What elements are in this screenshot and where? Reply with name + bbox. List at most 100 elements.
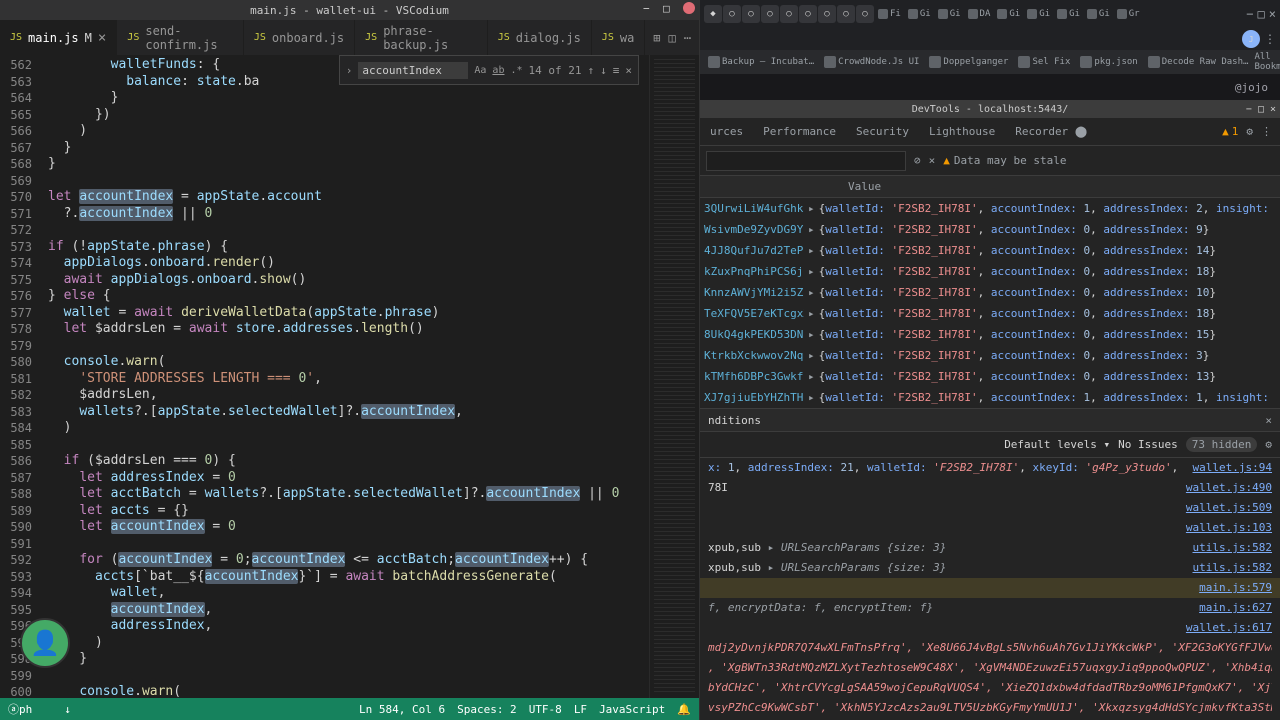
user-handle[interactable]: @jojo: [1235, 81, 1268, 94]
find-chevron-icon[interactable]: ›: [346, 64, 353, 77]
all-bookmarks[interactable]: All Bookmarks: [1254, 52, 1280, 72]
notifications-icon[interactable]: 🔔: [677, 703, 691, 716]
cursor-position[interactable]: Ln 584, Col 6: [359, 703, 445, 716]
console-line[interactable]: wallet.js:509: [700, 498, 1280, 518]
maximize-icon[interactable]: □: [663, 2, 675, 14]
browser-tab[interactable]: ○: [837, 5, 855, 23]
bookmark-item[interactable]: Backup – Incubat…: [704, 54, 818, 70]
source-link[interactable]: utils.js:582: [1185, 560, 1272, 576]
block-icon[interactable]: ⊘: [914, 154, 921, 167]
close-icon[interactable]: ×: [1269, 7, 1276, 21]
more-icon[interactable]: ⋯: [684, 31, 691, 45]
language-mode[interactable]: JavaScript: [599, 703, 665, 716]
code-content[interactable]: walletFunds: { balance: state.ba } }) ) …: [40, 55, 649, 698]
browser-tab[interactable]: Gi: [935, 9, 964, 19]
browser-tab[interactable]: ◆: [704, 5, 722, 23]
split-icon[interactable]: ◫: [669, 31, 676, 45]
tab-dialog[interactable]: JS dialog.js: [488, 20, 592, 55]
close-icon[interactable]: [683, 2, 695, 14]
indent-setting[interactable]: Spaces: 2: [457, 703, 517, 716]
browser-tab[interactable]: Gr: [1114, 9, 1143, 19]
console-line[interactable]: xpub,sub ▸ URLSearchParams {size: 3}util…: [700, 538, 1280, 558]
source-link[interactable]: main.js:627: [1191, 600, 1272, 616]
source-link[interactable]: wallet.js:617: [1178, 620, 1272, 636]
browser-tab[interactable]: ○: [856, 5, 874, 23]
bookmark-item[interactable]: Sel Fix: [1014, 54, 1074, 70]
regex-icon[interactable]: .*: [510, 65, 522, 76]
close-icon[interactable]: ×: [1265, 414, 1272, 427]
settings-icon[interactable]: ⚙: [1246, 125, 1253, 138]
scope-row[interactable]: 4JJ8QufJu7d2TePpB"▸{walletId: 'F2SB2_IH7…: [700, 240, 1280, 261]
dt-tab-performance[interactable]: Performance: [753, 125, 846, 138]
close-find-icon[interactable]: ×: [625, 64, 632, 77]
find-input[interactable]: [358, 62, 468, 79]
filter-input[interactable]: [706, 151, 906, 171]
minimize-icon[interactable]: −: [643, 2, 655, 14]
browser-tab[interactable]: ○: [761, 5, 779, 23]
close-tab-icon[interactable]: ×: [98, 30, 106, 46]
scope-row[interactable]: kZuxPnqPhiPCS6jfP"▸{walletId: 'F2SB2_IH7…: [700, 261, 1280, 282]
browser-tab[interactable]: Gi: [994, 9, 1023, 19]
console-output[interactable]: x: 1, addressIndex: 21, walletId: 'F2SB2…: [700, 458, 1280, 720]
bookmark-item[interactable]: pkg.json: [1076, 54, 1141, 70]
source-link[interactable]: utils.js:582: [1185, 540, 1272, 556]
browser-tab[interactable]: Gi: [905, 9, 934, 19]
tab-send-confirm[interactable]: JS send-confirm.js: [117, 20, 244, 55]
bookmark-item[interactable]: CrowdNode.Js UI: [820, 54, 923, 70]
scope-row[interactable]: KnnzAWVjYMi2i5ZoGo"▸{walletId: 'F2SB2_IH…: [700, 282, 1280, 303]
extensions-icon[interactable]: ⋮: [1264, 32, 1276, 46]
browser-tab[interactable]: ○: [818, 5, 836, 23]
console-line[interactable]: main.js:579: [700, 578, 1280, 598]
scope-row[interactable]: 3QUrwiLiW4ufGhkP"▸{walletId: 'F2SB2_IH78…: [700, 198, 1280, 219]
warning-badge[interactable]: ▲ 1: [1222, 125, 1238, 138]
scope-row[interactable]: KtrkbXckwwov2Nq9y"▸{walletId: 'F2SB2_IH7…: [700, 345, 1280, 366]
bookmark-item[interactable]: Decode Raw Dash…: [1144, 54, 1253, 70]
status-mode[interactable]: ⓐph: [8, 701, 32, 717]
more-icon[interactable]: ⋮: [1261, 125, 1272, 138]
console-line[interactable]: 78Iwallet.js:490: [700, 478, 1280, 498]
prev-match-icon[interactable]: ↑: [588, 64, 595, 77]
minimize-icon[interactable]: −: [1246, 104, 1252, 115]
source-link[interactable]: main.js:579: [1191, 580, 1272, 596]
browser-tab[interactable]: ○: [799, 5, 817, 23]
dt-tab-security[interactable]: Security: [846, 125, 919, 138]
maximize-icon[interactable]: □: [1258, 7, 1265, 21]
tab-main-js[interactable]: JS main.js M ×: [0, 20, 117, 55]
find-selection-icon[interactable]: ≡: [613, 64, 620, 77]
browser-tab[interactable]: Gi: [1084, 9, 1113, 19]
whole-word-icon[interactable]: ab: [492, 65, 504, 76]
source-link[interactable]: wallet.js:509: [1178, 500, 1272, 516]
browser-tab[interactable]: DA: [965, 9, 994, 19]
dt-tab-recorder[interactable]: Recorder ⬤: [1005, 125, 1097, 138]
scope-row[interactable]: XJ7gjiuEbYHZhTHKx"▸{walletId: 'F2SB2_IH7…: [700, 387, 1280, 408]
maximize-icon[interactable]: □: [1258, 104, 1264, 115]
browser-profile-icon[interactable]: J: [1242, 30, 1260, 48]
minimap[interactable]: [649, 55, 699, 698]
console-line[interactable]: bYdCHzC', 'XhtrCVYcgLgSAA59wojCepuRqVUQS…: [700, 678, 1280, 698]
close-icon[interactable]: ×: [1270, 104, 1276, 115]
tab-onboard[interactable]: JS onboard.js: [244, 20, 355, 55]
browser-tab[interactable]: ○: [742, 5, 760, 23]
user-avatar[interactable]: 👤: [20, 618, 70, 668]
scope-list[interactable]: 3QUrwiLiW4ufGhkP"▸{walletId: 'F2SB2_IH78…: [700, 198, 1280, 408]
dt-tab-sources[interactable]: urces: [700, 125, 753, 138]
close-icon[interactable]: ×: [929, 154, 936, 167]
encoding[interactable]: UTF-8: [529, 703, 562, 716]
scope-row[interactable]: TeXFQV5E7eKTcgxXE"▸{walletId: 'F2SB2_IH7…: [700, 303, 1280, 324]
next-match-icon[interactable]: ↓: [600, 64, 607, 77]
scope-row[interactable]: kTMfh6DBPc3GwkfCk"▸{walletId: 'F2SB2_IH7…: [700, 366, 1280, 387]
eol[interactable]: LF: [574, 703, 587, 716]
source-link[interactable]: wallet.js:94: [1185, 460, 1272, 476]
browser-tab[interactable]: Gi: [1024, 9, 1053, 19]
browser-tab[interactable]: ○: [723, 5, 741, 23]
console-settings-icon[interactable]: ⚙: [1265, 438, 1272, 451]
browser-tab[interactable]: ○: [780, 5, 798, 23]
console-line[interactable]: xpub,sub ▸ URLSearchParams {size: 3}util…: [700, 558, 1280, 578]
browser-tab[interactable]: Gi: [1054, 9, 1083, 19]
compare-icon[interactable]: ⊞: [653, 31, 660, 45]
scope-row[interactable]: WsivmDe9ZyvDG9Yi7"▸{walletId: 'F2SB2_IH7…: [700, 219, 1280, 240]
source-link[interactable]: wallet.js:103: [1178, 520, 1272, 536]
minimize-icon[interactable]: −: [1246, 7, 1253, 21]
source-link[interactable]: wallet.js:490: [1178, 480, 1272, 496]
no-issues[interactable]: No Issues: [1118, 438, 1178, 451]
